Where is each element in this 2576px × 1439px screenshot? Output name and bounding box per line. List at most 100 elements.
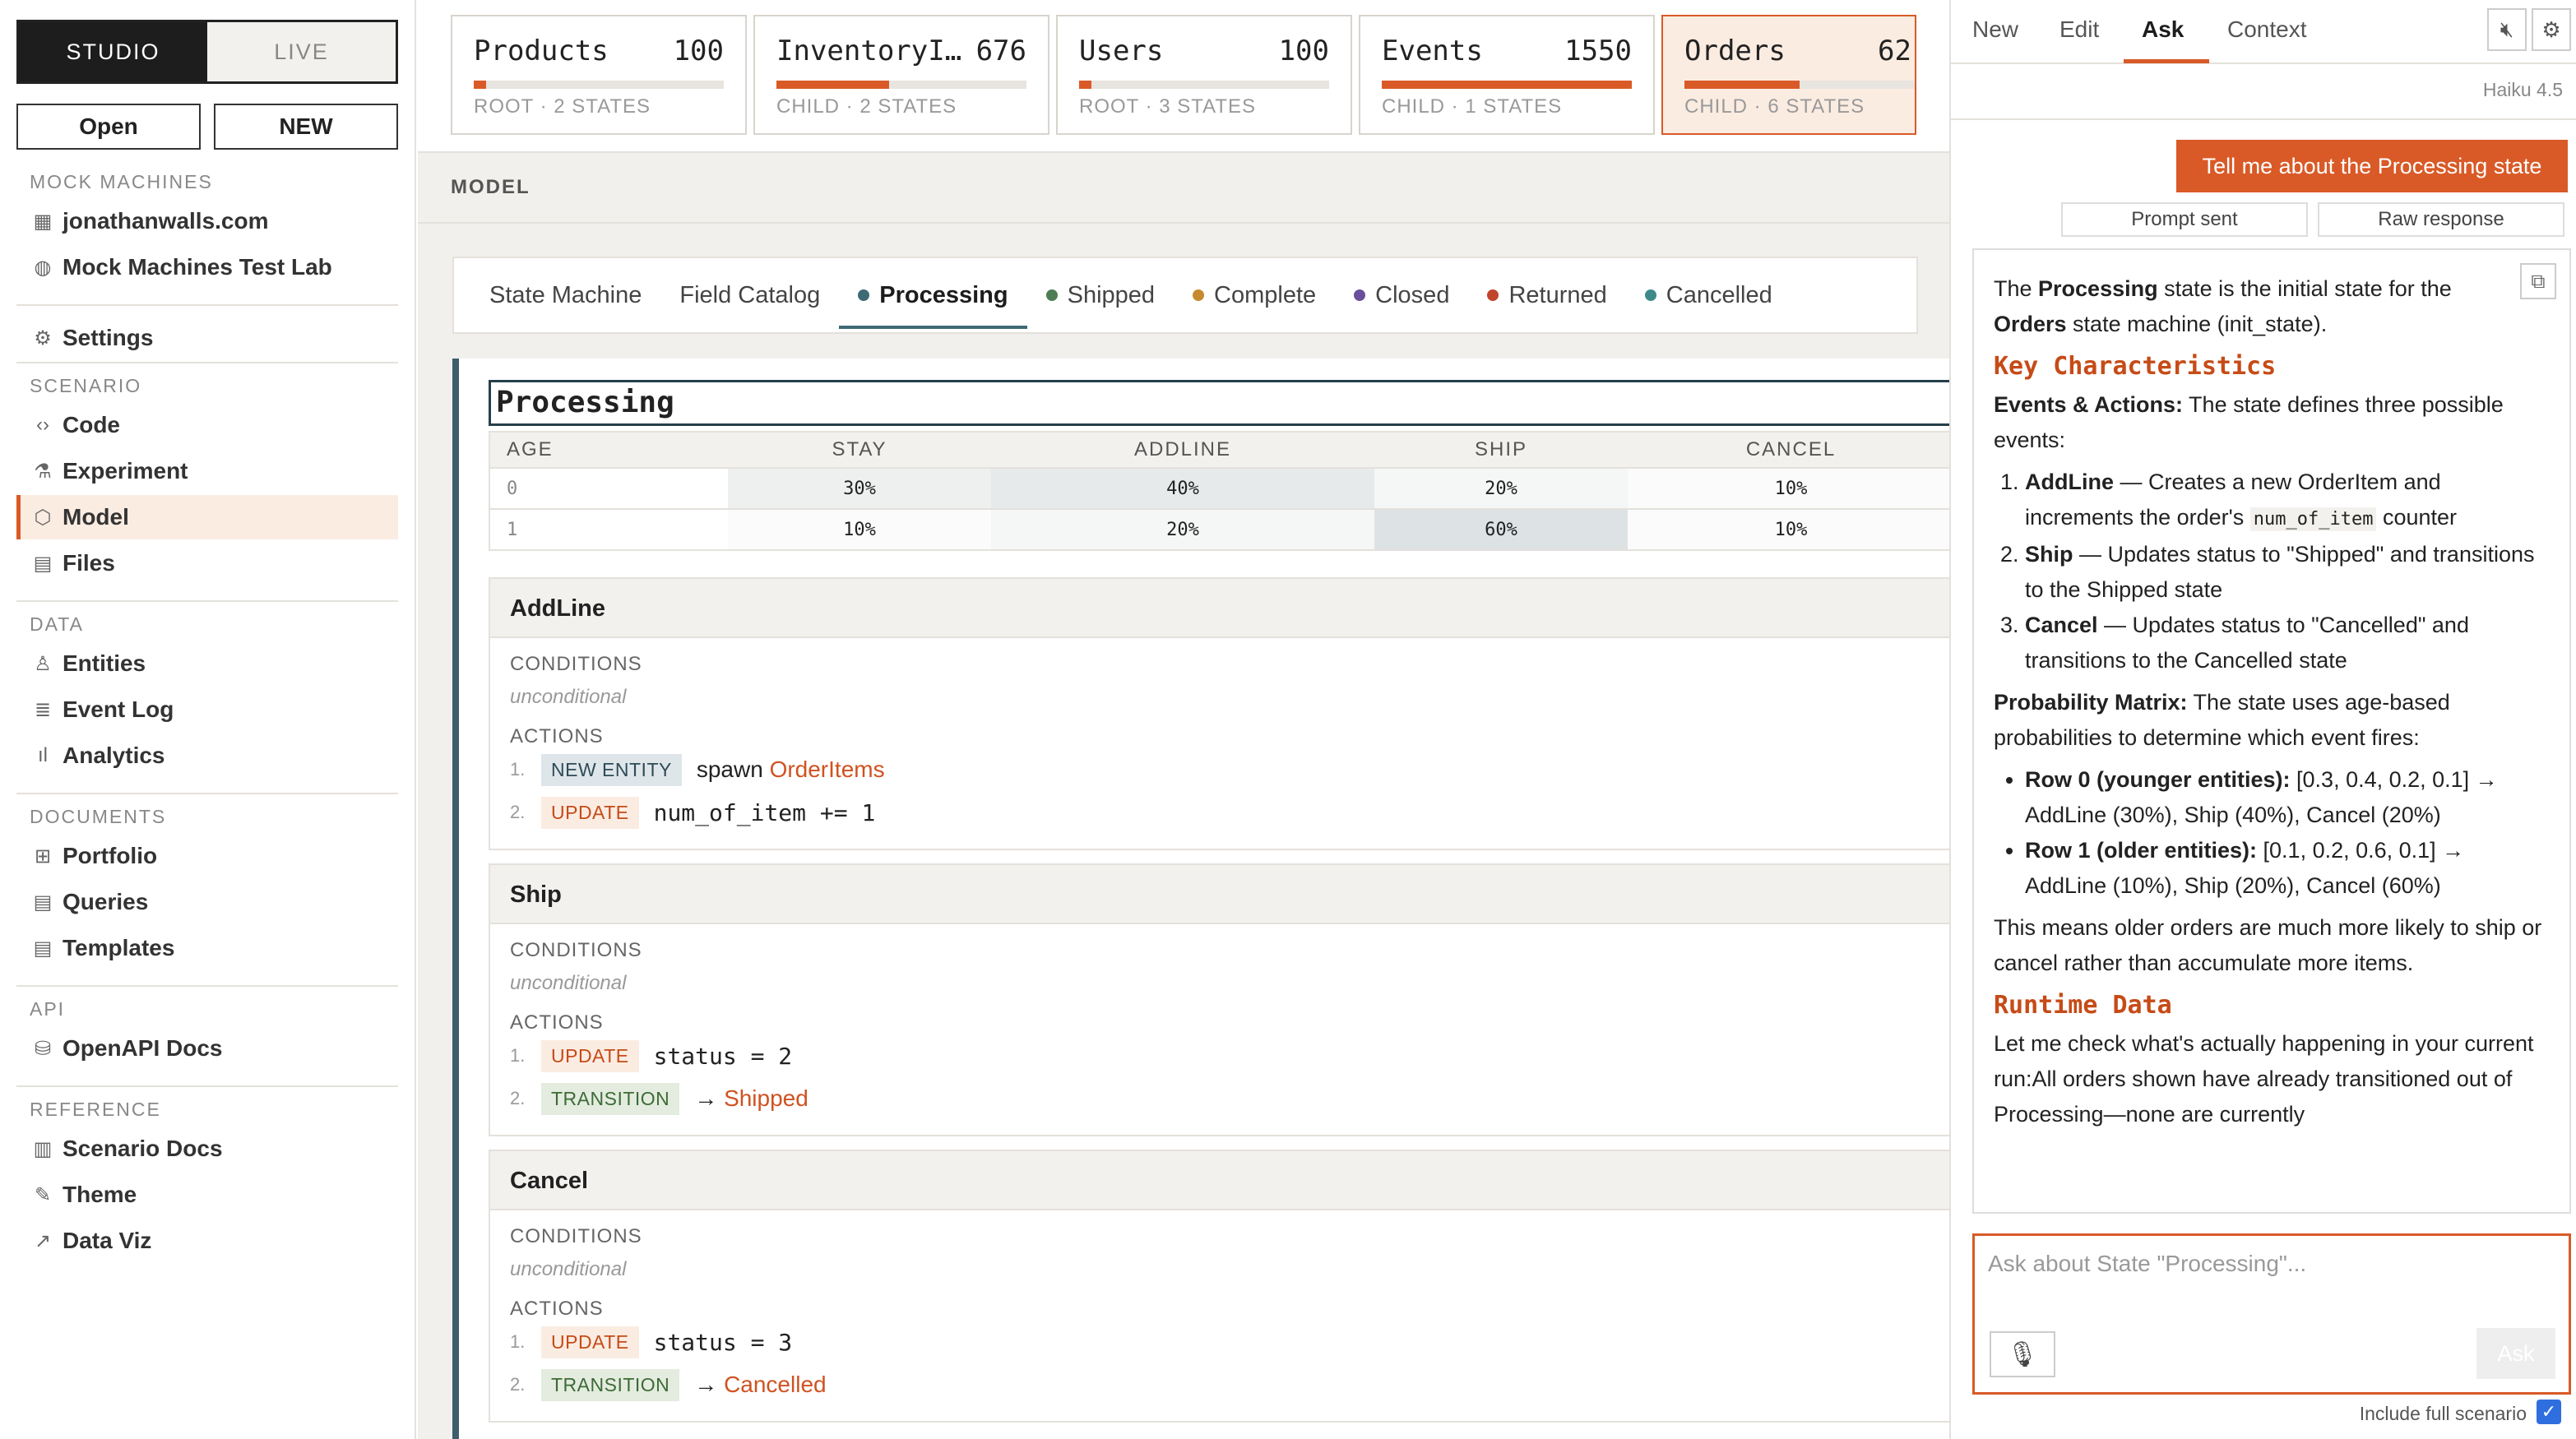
response-list: Row 0 (younger entities): [0.3, 0.4, 0.2… <box>1994 762 2550 904</box>
sidebar: STUDIO LIVE Open NEW MOCK MACHINES ▦ jona… <box>0 0 416 1439</box>
sidebar-item-label: Event Log <box>63 696 174 722</box>
action-row: 2. TRANSITION → Shipped <box>510 1082 808 1115</box>
action-number: 2. <box>510 1374 526 1395</box>
assistant-panel: New Edit Ask Context 🔇︎ ⚙ Haiku 4.5 Tell… <box>1949 0 2576 1439</box>
response-paragraph: Let me check what's actually happening i… <box>1994 1031 2534 1127</box>
tab-cancelled[interactable]: Cancelled <box>1626 257 1791 334</box>
tab-field-catalog[interactable]: Field Catalog <box>660 257 839 334</box>
matrix-cell: 1 <box>489 508 728 550</box>
matrix-cell[interactable]: 10% <box>728 508 991 550</box>
matrix-cell[interactable]: 20% <box>1374 467 1628 509</box>
raw-response-button[interactable]: Raw response <box>2318 202 2564 237</box>
include-scenario-checkbox[interactable]: ✓ <box>2537 1400 2561 1424</box>
text-bold: Orders <box>1994 312 2067 336</box>
matrix-cell[interactable]: 10% <box>1628 467 1955 509</box>
tab-shipped[interactable]: Shipped <box>1027 257 1174 334</box>
sidebar-item-openapi[interactable]: ⛁ OpenAPI Docs <box>16 1026 398 1071</box>
sidebar-item-label: Templates <box>63 935 175 960</box>
status-dot-icon <box>858 289 870 301</box>
mute-icon[interactable]: 🔇︎ <box>2487 8 2527 51</box>
tab-edit[interactable]: Edit <box>2059 16 2099 43</box>
action-number: 2. <box>510 802 526 822</box>
sidebar-item-label: Files <box>63 550 115 576</box>
sidebar-item-label: Data Viz <box>63 1228 152 1253</box>
action-tag: TRANSITION <box>541 1082 680 1115</box>
actions-label: ACTIONS <box>510 725 604 747</box>
microphone-icon[interactable]: 🎙︎ <box>1990 1331 2055 1377</box>
entity-card-inventory[interactable]: InventoryI… 676 CHILD · 2 STATES <box>753 15 1049 135</box>
sidebar-item-templates[interactable]: ▤ Templates <box>16 926 398 970</box>
divider <box>16 1085 398 1087</box>
tab-returned[interactable]: Returned <box>1468 257 1625 334</box>
entity-sub: CHILD · 6 STATES <box>1684 95 1865 118</box>
sidebar-item-data-viz[interactable]: ↗ Data Viz <box>16 1219 398 1263</box>
section-mock-machines: MOCK MACHINES <box>30 171 213 192</box>
sidebar-item-label: Code <box>63 412 120 437</box>
sidebar-item-analytics[interactable]: ıl Analytics <box>16 733 398 778</box>
sidebar-item-experiment[interactable]: ⚗ Experiment <box>16 449 398 493</box>
entity-bar-fill <box>1684 81 1800 89</box>
open-button[interactable]: Open <box>16 104 201 150</box>
sidebar-item-event-log[interactable]: ≣ Event Log <box>16 687 398 732</box>
status-dot-icon <box>1487 289 1499 301</box>
matrix-header: SHIP <box>1374 432 1628 468</box>
conditions-label: CONDITIONS <box>510 653 642 675</box>
ask-input[interactable]: Ask about State "Processing"... <box>1988 1251 2306 1277</box>
sidebar-item-files[interactable]: ▤ Files <box>16 541 398 585</box>
matrix-header: ADDLINE <box>991 432 1374 468</box>
matrix-cell[interactable]: 10% <box>1628 508 1955 550</box>
tab-new[interactable]: New <box>1972 16 2018 43</box>
state-tabs: State Machine Field Catalog Processing S… <box>452 257 1918 334</box>
trend-icon: ↗ <box>34 1229 52 1252</box>
tab-complete[interactable]: Complete <box>1174 257 1335 334</box>
tab-context[interactable]: Context <box>2227 16 2307 43</box>
entity-card-users[interactable]: Users 100 ROOT · 3 STATES <box>1056 15 1352 135</box>
bar-chart-icon: ıl <box>38 744 48 766</box>
sidebar-item-code[interactable]: ‹› Code <box>16 403 398 447</box>
prompt-sent-button[interactable]: Prompt sent <box>2061 202 2308 237</box>
entity-card-orders[interactable]: Orders 62 CHILD · 6 STATES <box>1661 15 1916 135</box>
matrix-cell: 0 <box>489 467 728 509</box>
tab-state-machine[interactable]: State Machine <box>470 257 660 334</box>
matrix-cell[interactable]: 20% <box>991 508 1374 550</box>
sidebar-item-queries[interactable]: ▤ Queries <box>16 880 398 924</box>
matrix-cell[interactable]: 40% <box>991 467 1374 509</box>
sidebar-item-theme[interactable]: ✎ Theme <box>16 1173 398 1217</box>
state-link[interactable]: Cancelled <box>724 1372 827 1397</box>
copy-icon[interactable]: ⧉ <box>2520 263 2556 299</box>
sidebar-item-jonathanwalls[interactable]: ▦ jonathanwalls.com <box>16 199 398 243</box>
tab-ask[interactable]: Ask <box>2142 16 2184 43</box>
sidebar-item-entities[interactable]: ♙ Entities <box>16 641 398 686</box>
sidebar-item-settings[interactable]: ⚙ Settings <box>16 316 398 360</box>
section-documents: DOCUMENTS <box>30 806 167 827</box>
ask-button[interactable]: Ask <box>2476 1328 2555 1379</box>
state-link[interactable]: Shipped <box>724 1085 808 1111</box>
sidebar-item-scenario-docs[interactable]: ▥ Scenario Docs <box>16 1127 398 1171</box>
new-button[interactable]: NEW <box>214 104 398 150</box>
entity-sub: CHILD · 1 STATES <box>1382 95 1563 118</box>
action-tag: UPDATE <box>541 796 639 829</box>
tab-processing[interactable]: Processing <box>839 257 1027 334</box>
template-icon: ▤ <box>33 937 53 960</box>
text-bold: Processing <box>2038 276 2158 301</box>
entity-bar <box>474 81 724 89</box>
sidebar-item-label: Mock Machines Test Lab <box>63 254 332 280</box>
entity-link[interactable]: OrderItems <box>770 757 885 782</box>
user-message: Tell me about the Processing state <box>2176 140 2568 192</box>
entity-count: 100 <box>673 35 724 67</box>
model-name: Haiku 4.5 <box>2482 79 2563 100</box>
ask-input-box[interactable]: Ask about State "Processing"... 🎙︎ Ask <box>1972 1233 2571 1395</box>
live-mode-button[interactable]: LIVE <box>207 22 396 81</box>
entity-card-events[interactable]: Events 1550 CHILD · 1 STATES <box>1359 15 1655 135</box>
matrix-cell[interactable]: 30% <box>728 467 991 509</box>
tab-closed[interactable]: Closed <box>1335 257 1468 334</box>
entity-sub: ROOT · 2 STATES <box>474 95 651 118</box>
sidebar-item-model[interactable]: ⬡ Model <box>16 495 398 539</box>
gear-icon[interactable]: ⚙ <box>2532 8 2571 51</box>
sidebar-item-portfolio[interactable]: ⊞ Portfolio <box>16 834 398 878</box>
section-data: DATA <box>30 613 84 635</box>
matrix-cell[interactable]: 60% <box>1374 508 1628 550</box>
studio-mode-button[interactable]: STUDIO <box>19 22 207 81</box>
entity-card-products[interactable]: Products 100 ROOT · 2 STATES <box>451 15 747 135</box>
sidebar-item-test-lab[interactable]: ◍ Mock Machines Test Lab <box>16 245 398 289</box>
